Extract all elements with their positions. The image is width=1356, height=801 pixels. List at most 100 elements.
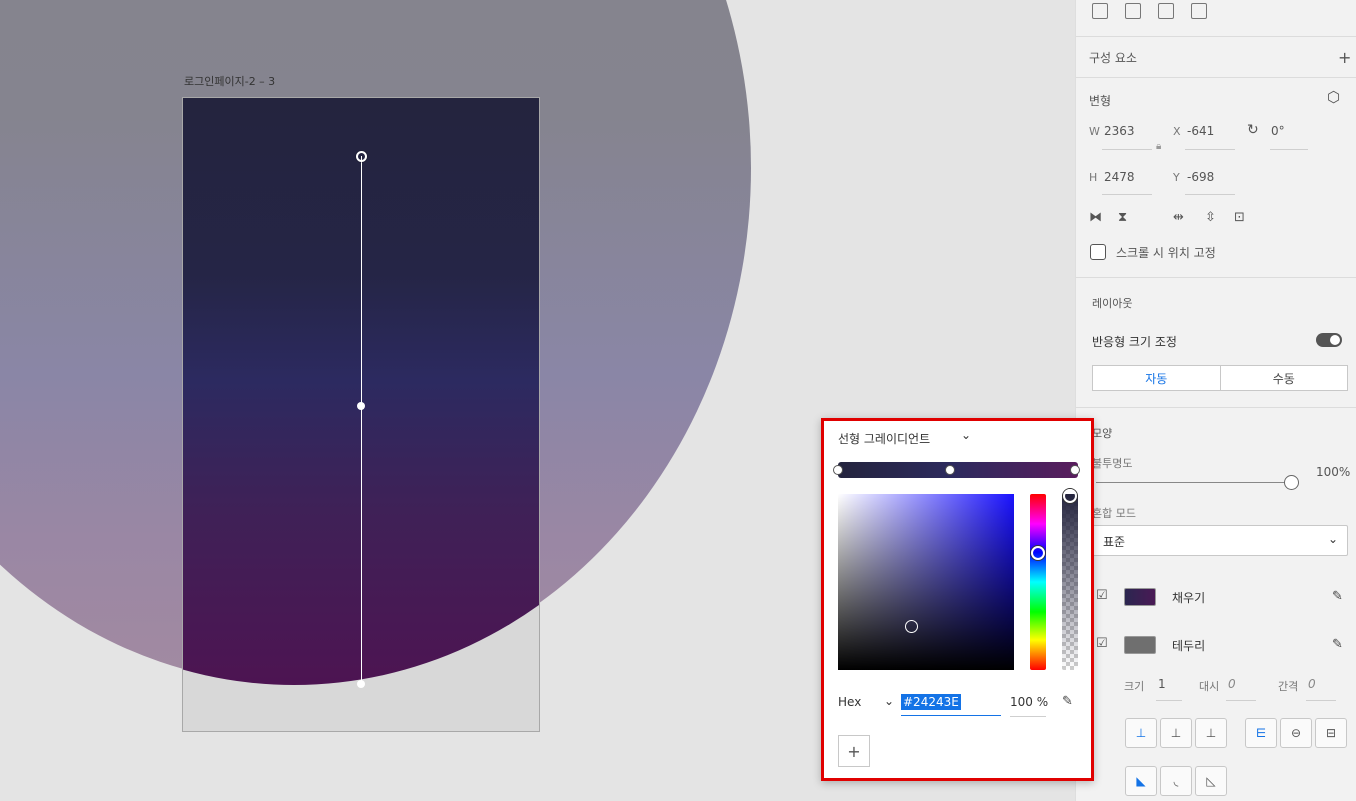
boolean-add-icon[interactable] [1092, 3, 1108, 19]
color-mode-select[interactable]: Hex [838, 695, 861, 709]
field-underline [1102, 194, 1152, 195]
y-field[interactable]: -698 [1187, 170, 1214, 184]
field-underline [1270, 149, 1308, 150]
add-component-icon[interactable]: + [1338, 50, 1351, 66]
gradient-color-popover: 선형 그레이디언트 ⌄ Hex ⌄ #24243E 100 % ✎ + [821, 418, 1094, 781]
fill-swatch[interactable] [1124, 588, 1156, 606]
gradient-bar[interactable] [838, 462, 1078, 478]
gradient-stop-mid[interactable] [945, 465, 955, 475]
components-label: 구성 요소 [1089, 51, 1137, 65]
stroke-outer-icon[interactable]: ⊥ [1195, 718, 1227, 748]
divider [1076, 407, 1356, 408]
fill-eyedropper-icon[interactable]: ✎ [1332, 589, 1343, 604]
lock-aspect-icon[interactable]: 🔒︎ [1156, 142, 1161, 152]
gradient-stop-end[interactable] [1070, 465, 1080, 475]
hue-slider-knob[interactable] [1031, 546, 1045, 560]
alpha-value-field[interactable]: 100 % [1010, 695, 1048, 709]
blend-mode-value: 표준 [1103, 535, 1126, 549]
flip-horizontal-icon[interactable]: ⧓ [1089, 211, 1102, 224]
join-miter-icon[interactable]: ◣ [1125, 766, 1157, 796]
opacity-label: 불투명도 [1092, 457, 1133, 470]
gradient-line [361, 156, 362, 684]
join-bevel-icon[interactable]: ◺ [1195, 766, 1227, 796]
dash-label: 대시 [1199, 680, 1220, 693]
cap-round-icon[interactable]: ⊖ [1280, 718, 1312, 748]
auto-button[interactable]: 자동 [1093, 366, 1221, 390]
layout-label: 레이아웃 [1092, 297, 1133, 310]
boolean-intersect-icon[interactable] [1158, 3, 1174, 19]
gap-field[interactable]: 0 [1308, 677, 1316, 691]
stroke-label: 테두리 [1172, 639, 1206, 653]
gradient-mid-handle[interactable] [357, 402, 365, 410]
chevron-down-icon[interactable]: ⌄ [961, 428, 971, 442]
fill-checkbox[interactable]: ☑ [1096, 589, 1108, 602]
gap-label: 간격 [1278, 680, 1299, 693]
distribute-vertical-icon[interactable]: ⇳ [1205, 211, 1216, 224]
rotation-field[interactable]: 0° [1271, 124, 1285, 138]
distribute-horizontal-icon[interactable]: ⇹ [1173, 211, 1184, 224]
opacity-slider-knob[interactable] [1284, 475, 1299, 490]
blend-mode-select[interactable]: 표준 ⌄ [1092, 525, 1348, 556]
boolean-subtract-icon[interactable] [1125, 3, 1141, 19]
rotate-icon: ↻ [1247, 122, 1259, 138]
field-underline [1102, 149, 1152, 150]
color-picker-cursor[interactable] [905, 620, 918, 633]
stroke-eyedropper-icon[interactable]: ✎ [1332, 637, 1343, 652]
gradient-type-select[interactable]: 선형 그레이디언트 [838, 430, 930, 447]
transform-label: 변형 [1089, 94, 1112, 108]
opacity-value[interactable]: 100% [1316, 465, 1350, 479]
x-field[interactable]: -641 [1187, 124, 1214, 138]
field-underline [1185, 149, 1235, 150]
join-round-icon[interactable]: ◟ [1160, 766, 1192, 796]
field-underline [1226, 700, 1256, 701]
alpha-slider-knob[interactable] [1063, 489, 1077, 503]
resize-mode-segment: 자동 수동 [1092, 365, 1348, 391]
saturation-brightness-picker[interactable] [838, 494, 1014, 670]
opacity-slider[interactable] [1096, 482, 1286, 483]
stroke-checkbox[interactable]: ☑ [1096, 637, 1108, 650]
divider [1076, 277, 1356, 278]
cap-butt-icon[interactable]: ⋿ [1245, 718, 1277, 748]
hex-value[interactable]: #24243E [901, 694, 961, 710]
add-swatch-button[interactable]: + [838, 735, 870, 767]
fix-position-checkbox[interactable] [1090, 244, 1106, 260]
alpha-slider[interactable] [1062, 494, 1078, 670]
eyedropper-icon[interactable]: ✎ [1062, 694, 1073, 709]
blend-mode-label: 혼합 모드 [1092, 507, 1136, 520]
stroke-size-label: 크기 [1124, 680, 1145, 693]
manual-button[interactable]: 수동 [1221, 366, 1348, 390]
artboard-label[interactable]: 로그인페이지-2 – 3 [184, 73, 275, 89]
width-field[interactable]: 2363 [1104, 124, 1135, 138]
chevron-down-icon: ⌄ [1327, 532, 1338, 546]
cap-square-icon[interactable]: ⊟ [1315, 718, 1347, 748]
width-label: W [1089, 125, 1100, 138]
gradient-end-handle[interactable] [357, 680, 365, 688]
center-icon[interactable]: ⊡ [1234, 211, 1245, 224]
height-label: H [1089, 171, 1098, 184]
height-field[interactable]: 2478 [1104, 170, 1135, 184]
field-underline [1185, 194, 1235, 195]
boolean-exclude-icon[interactable] [1191, 3, 1207, 19]
gradient-stop-start[interactable] [833, 465, 843, 475]
stroke-center-icon[interactable]: ⊥ [1160, 718, 1192, 748]
divider [1076, 36, 1356, 37]
hue-slider[interactable] [1030, 494, 1046, 670]
dash-field[interactable]: 0 [1228, 677, 1236, 691]
y-label: Y [1173, 171, 1180, 184]
stroke-swatch[interactable] [1124, 636, 1156, 654]
divider [1076, 77, 1356, 78]
chevron-down-icon[interactable]: ⌄ [884, 694, 894, 708]
3d-transform-icon[interactable]: ⬡ [1327, 90, 1340, 105]
appearance-label: 모양 [1092, 427, 1113, 440]
property-inspector: 구성 요소 + 변형 ⬡ W 2363 🔒︎ X -641 ↻ 0° H 247… [1075, 0, 1356, 801]
field-underline [1306, 700, 1336, 701]
responsive-resize-toggle[interactable] [1316, 333, 1342, 347]
stroke-inner-icon[interactable]: ⊥ [1125, 718, 1157, 748]
x-label: X [1173, 125, 1181, 138]
stroke-size-field[interactable]: 1 [1158, 677, 1166, 691]
fix-position-label: 스크롤 시 위치 고정 [1116, 246, 1216, 260]
gradient-start-handle[interactable] [356, 151, 367, 162]
field-underline [1156, 700, 1182, 701]
responsive-resize-label: 반응형 크기 조정 [1092, 335, 1177, 349]
flip-vertical-icon[interactable]: ⧗ [1118, 211, 1127, 224]
